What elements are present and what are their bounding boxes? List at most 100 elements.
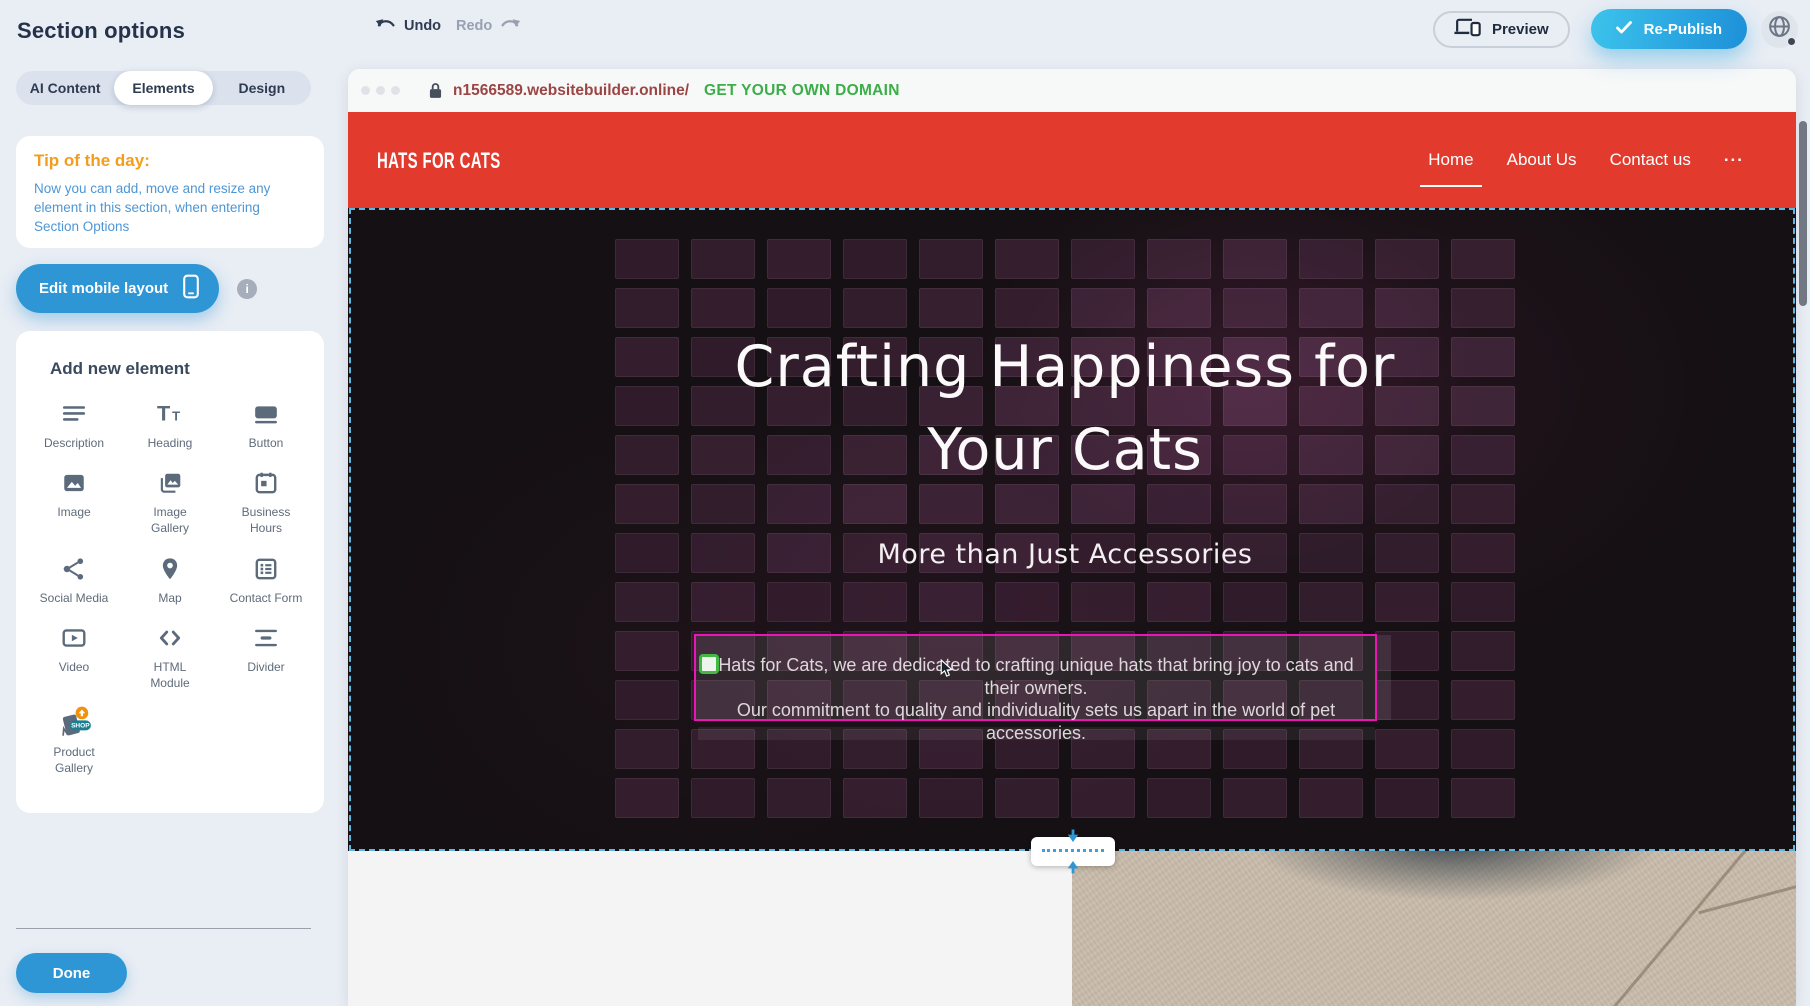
section-options-panel: Section options AI Content Elements Desi…	[0, 0, 325, 1006]
hero-tile	[691, 288, 755, 328]
undo-button[interactable]: Undo	[375, 17, 441, 35]
hero-tile	[691, 239, 755, 279]
divider-icon	[253, 623, 279, 653]
hero-tile	[919, 778, 983, 818]
hero-tile	[1451, 239, 1515, 279]
edit-mobile-row: Edit mobile layout i	[16, 264, 257, 313]
button-icon	[253, 399, 279, 429]
browser-dots	[361, 86, 400, 95]
tab-ai-content[interactable]: AI Content	[16, 71, 114, 105]
hero-tile	[1071, 288, 1135, 328]
hero-heading[interactable]: Crafting Happiness for Your Cats	[615, 326, 1515, 492]
hero-tile	[615, 239, 679, 279]
element-item-label: Heading	[148, 435, 193, 451]
element-item-label: Description	[44, 435, 104, 451]
hero-tile	[767, 778, 831, 818]
arrow-up-icon	[1067, 860, 1079, 874]
hero-tile	[767, 239, 831, 279]
element-item-map[interactable]: Map	[122, 554, 218, 606]
hero-tile	[995, 582, 1059, 622]
canvas-scrollbar[interactable]	[1799, 121, 1807, 306]
hero-tile	[1147, 778, 1211, 818]
element-item-label: Map	[158, 590, 181, 606]
element-item-description[interactable]: Description	[26, 399, 122, 451]
element-item-button[interactable]: Button	[218, 399, 314, 451]
language-globe-button[interactable]	[1761, 11, 1798, 48]
hero-paragraph[interactable]: Hats for Cats, we are dedicated to craft…	[700, 654, 1372, 744]
video-icon	[61, 623, 87, 653]
element-item-image[interactable]: Image	[26, 468, 122, 536]
get-your-own-domain-link[interactable]: GET YOUR OWN DOMAIN	[704, 82, 900, 100]
add-new-element-card: Add new element DescriptionTTHeadingButt…	[16, 331, 324, 813]
element-item-html-module[interactable]: HTML Module	[122, 623, 218, 691]
element-item-divider[interactable]: Divider	[218, 623, 314, 691]
element-item-video[interactable]: Video	[26, 623, 122, 691]
social-media-icon	[61, 554, 87, 584]
hero-section[interactable]: Crafting Happiness for Your Cats More th…	[348, 208, 1796, 851]
edit-mobile-layout-label: Edit mobile layout	[39, 280, 168, 297]
nav-item-about-us[interactable]: About Us	[1507, 150, 1577, 170]
image-gallery-icon	[157, 468, 183, 498]
element-drag-handle[interactable]	[699, 654, 719, 674]
hero-tile	[1071, 582, 1135, 622]
lock-icon	[429, 82, 442, 99]
svg-text:SHOP: SHOP	[71, 723, 90, 730]
element-item-image-gallery[interactable]: Image Gallery	[122, 468, 218, 536]
hero-tile	[615, 778, 679, 818]
hero-tile	[615, 729, 679, 769]
done-button[interactable]: Done	[16, 953, 127, 993]
info-icon[interactable]: i	[237, 279, 257, 299]
sidebar-divider	[16, 928, 311, 929]
hero-tile	[767, 582, 831, 622]
redo-label: Redo	[456, 18, 492, 34]
hero-tile	[1451, 729, 1515, 769]
page-title: Section options	[17, 18, 185, 44]
redo-button[interactable]: Redo	[456, 17, 521, 35]
hero-tile	[843, 582, 907, 622]
html-module-icon	[157, 623, 183, 653]
element-item-contact-form[interactable]: Contact Form	[218, 554, 314, 606]
element-item-social-media[interactable]: Social Media	[26, 554, 122, 606]
nav-item-contact-us[interactable]: Contact us	[1610, 150, 1691, 170]
edit-mobile-layout-button[interactable]: Edit mobile layout	[16, 264, 219, 313]
hero-tile	[1375, 239, 1439, 279]
site-header: HATS FOR CATS Home About Us Contact us...	[348, 112, 1796, 208]
next-section-photo[interactable]	[1072, 851, 1796, 1006]
element-item-heading[interactable]: TTHeading	[122, 399, 218, 451]
element-item-label: Button	[249, 435, 284, 451]
hero-subheading[interactable]: More than Just Accessories	[615, 539, 1515, 570]
element-item-label: Image	[57, 504, 90, 520]
devices-icon	[1454, 17, 1481, 42]
resize-dotted-line	[1042, 849, 1104, 852]
arrow-down-icon	[1067, 829, 1079, 843]
tip-body: Now you can add, move and resize any ele…	[34, 179, 306, 236]
hero-tile	[1451, 680, 1515, 720]
product-gallery-icon: SHOP	[55, 708, 93, 738]
site-logo[interactable]: HATS FOR CATS	[377, 148, 501, 174]
republish-button[interactable]: Re-Publish	[1591, 9, 1747, 49]
preview-button[interactable]: Preview	[1433, 11, 1570, 48]
site-preview-window: n1566589.websitebuilder.online/ GET YOUR…	[348, 69, 1796, 1006]
element-item-product-gallery[interactable]: SHOPProduct Gallery	[26, 708, 122, 776]
section-resize-handle[interactable]	[1031, 837, 1115, 866]
element-item-label: Image Gallery	[133, 504, 207, 536]
republish-label: Re-Publish	[1644, 21, 1722, 38]
hero-tile	[1375, 582, 1439, 622]
hero-tile	[1147, 239, 1211, 279]
tab-elements[interactable]: Elements	[114, 71, 212, 105]
image-icon	[61, 468, 87, 498]
element-item-label: Business Hours	[229, 504, 303, 536]
site-url[interactable]: n1566589.websitebuilder.online/	[453, 82, 689, 100]
tab-design[interactable]: Design	[213, 71, 311, 105]
element-item-business-hours[interactable]: Business Hours	[218, 468, 314, 536]
nav-item-home[interactable]: Home	[1428, 150, 1473, 170]
site-nav: Home About Us Contact us...	[1428, 112, 1744, 208]
next-section-left[interactable]	[348, 851, 1072, 1006]
hero-tile	[1451, 288, 1515, 328]
hero-tile	[843, 288, 907, 328]
contact-form-icon	[253, 554, 279, 584]
nav-item-more[interactable]: ...	[1724, 146, 1744, 166]
hero-tile	[1147, 288, 1211, 328]
hero-tile	[995, 778, 1059, 818]
topbar-actions: Preview Re-Publish	[1433, 9, 1798, 49]
